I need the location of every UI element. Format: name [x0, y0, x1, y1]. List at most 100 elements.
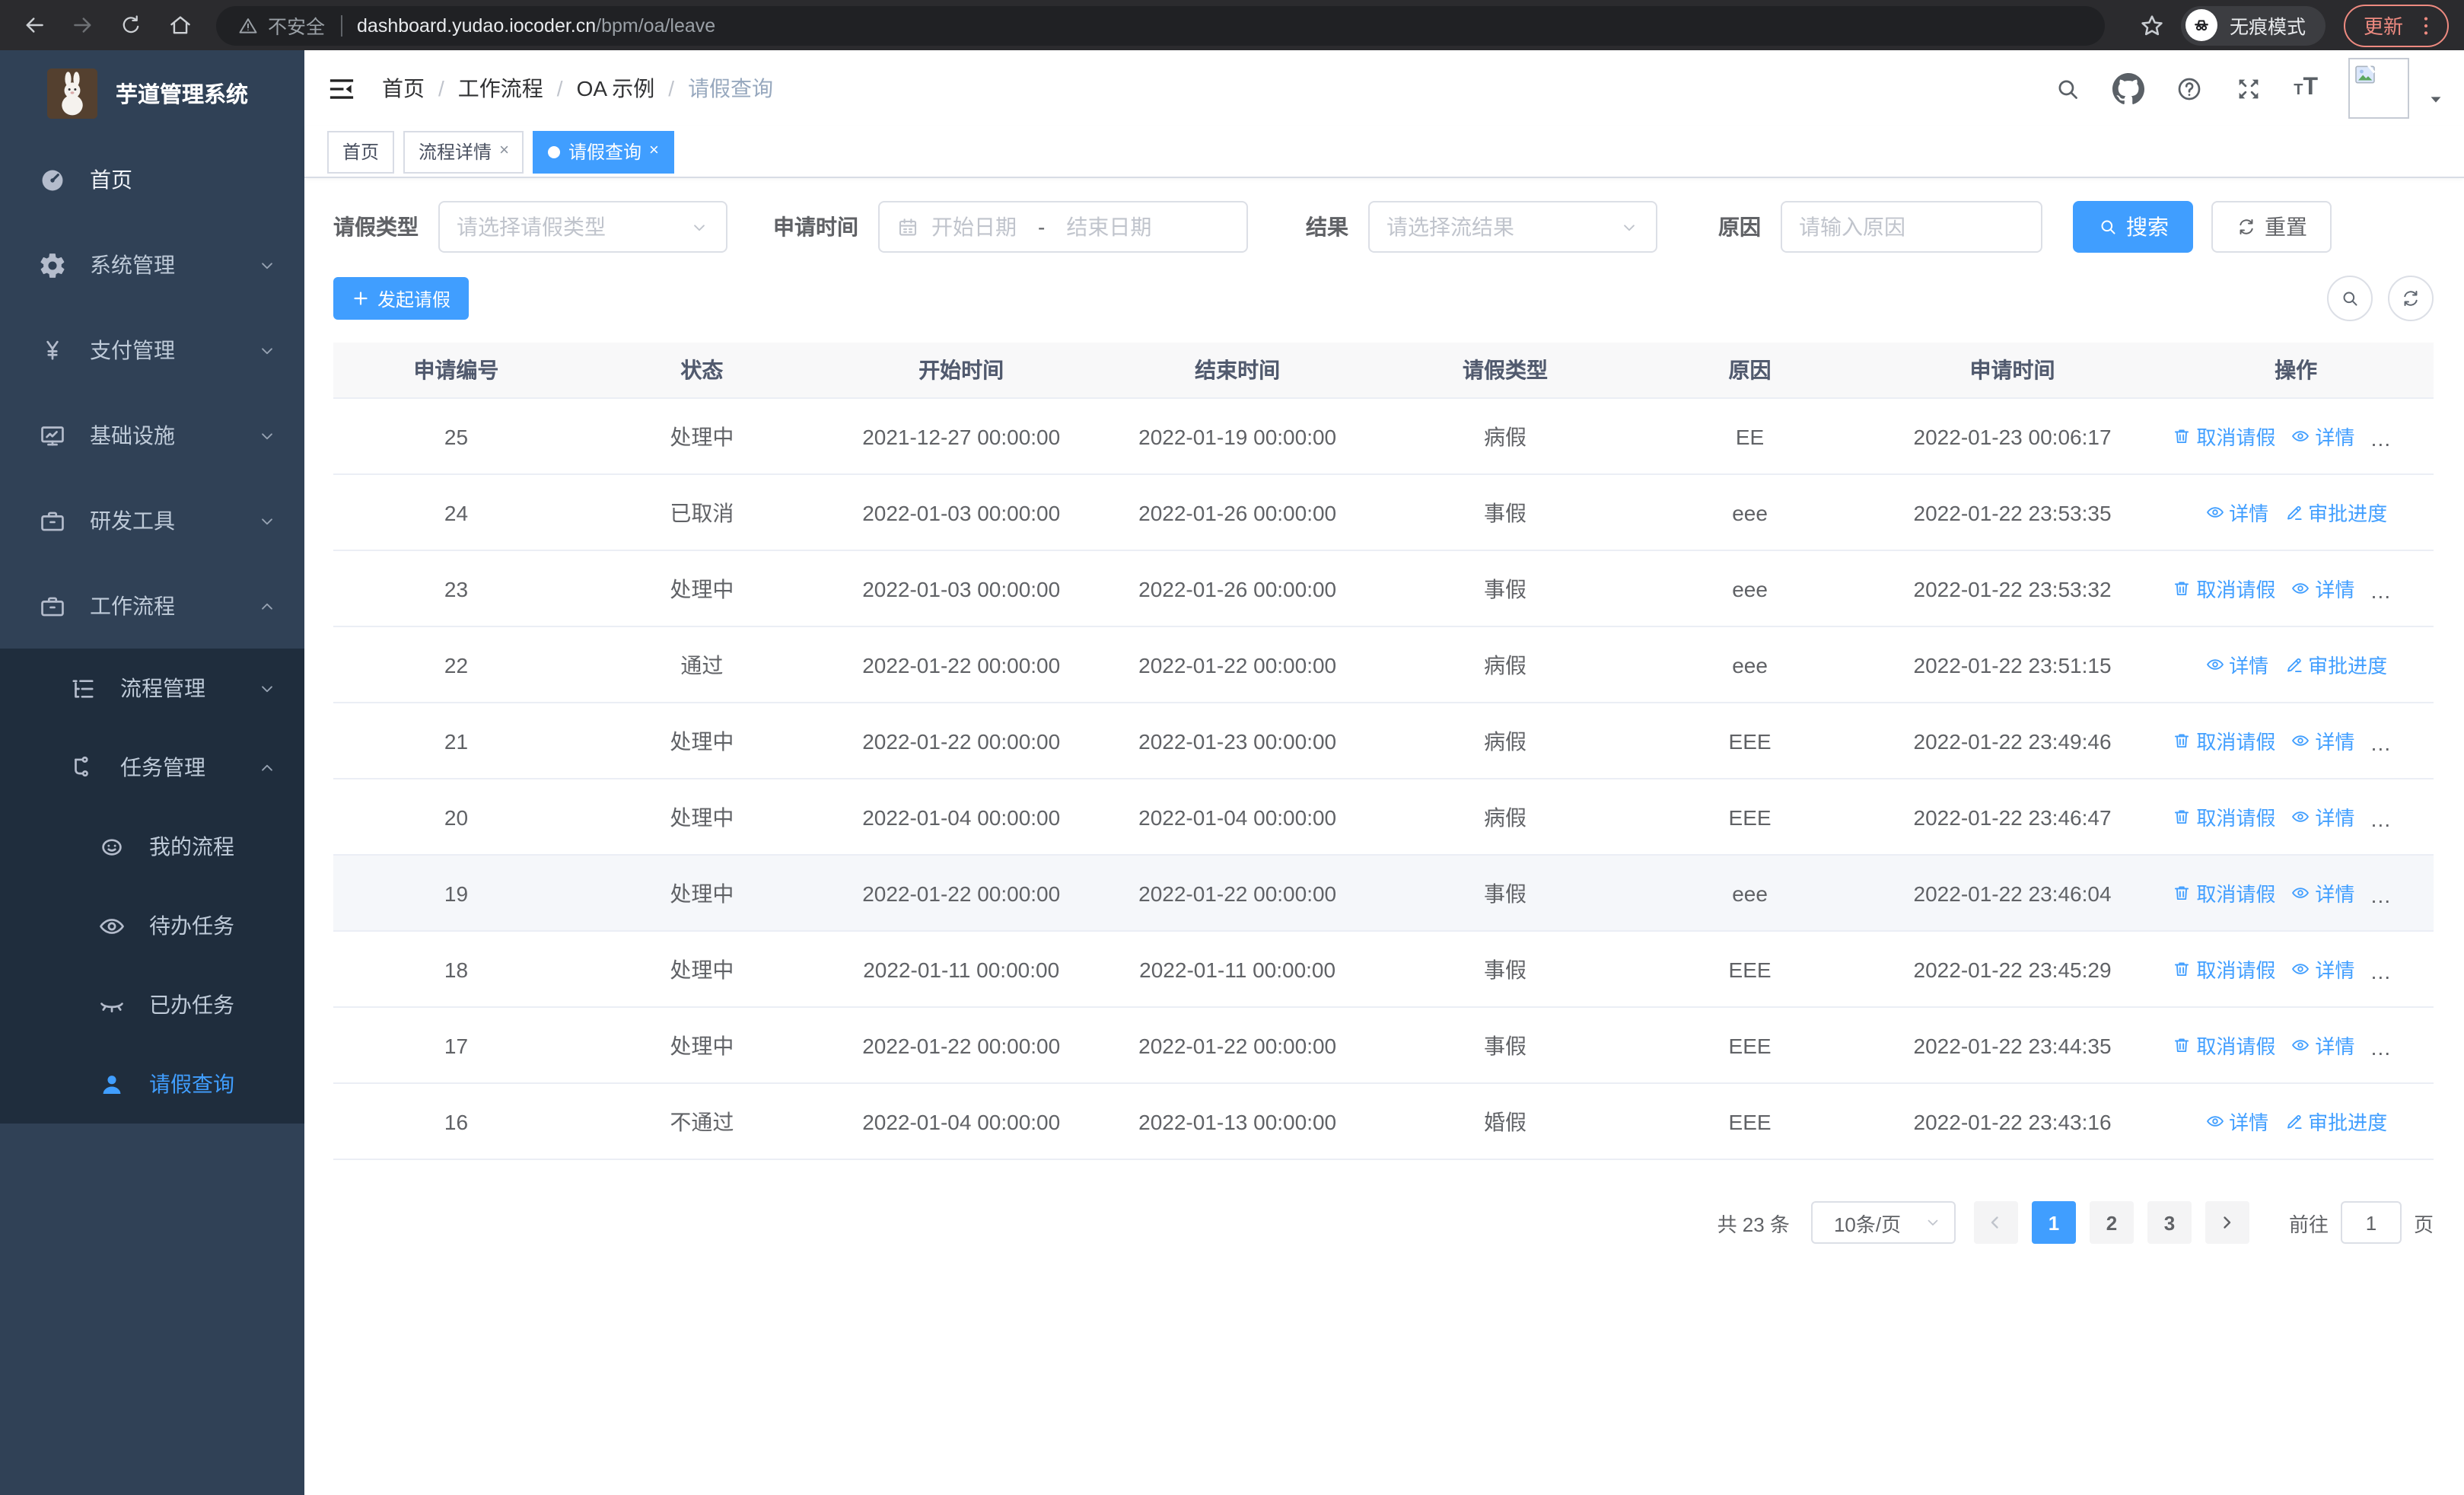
- help-icon[interactable]: [2175, 74, 2204, 103]
- breadcrumb-item[interactable]: OA 示例: [577, 73, 655, 104]
- eye-closed-icon: [97, 990, 126, 1019]
- sidebar-item-task-management[interactable]: 任务管理: [0, 728, 304, 807]
- tab-leave-query[interactable]: 请假查询 ×: [533, 130, 674, 173]
- cell-id: 22: [333, 626, 579, 703]
- font-size-icon[interactable]: TT: [2294, 75, 2318, 100]
- address-bar[interactable]: 不安全 dashboard.yudao.iocoder.cn/bpm/oa/le…: [216, 5, 2105, 45]
- sidebar-item-done-tasks[interactable]: 已办任务: [0, 965, 304, 1044]
- sidebar-item-todo-tasks[interactable]: 待办任务: [0, 886, 304, 965]
- action-detail-link[interactable]: 详情: [2291, 1031, 2354, 1060]
- select-placeholder: 请选择流结果: [1386, 215, 1514, 239]
- browser-forward-button[interactable]: [62, 5, 102, 45]
- close-icon[interactable]: ×: [649, 142, 659, 160]
- action-detail-link[interactable]: 详情: [2205, 498, 2268, 527]
- tags-view-bar: 首页 流程详情 × 请假查询 ×: [304, 126, 2464, 178]
- browser-menu-icon[interactable]: [2414, 13, 2438, 37]
- action-cancel-link[interactable]: 取消请假: [2172, 955, 2275, 983]
- tab-process-detail[interactable]: 流程详情 ×: [403, 130, 524, 173]
- cell-status: 处理中: [578, 550, 825, 627]
- sidebar-item-payment[interactable]: 支付管理: [0, 308, 304, 393]
- browser-back-button[interactable]: [14, 5, 53, 45]
- browser-update-button[interactable]: 更新: [2343, 4, 2449, 46]
- result-select[interactable]: 请选择流结果: [1368, 201, 1657, 253]
- sidebar-item-label: 支付管理: [90, 338, 175, 362]
- action-detail-link[interactable]: 详情: [2205, 1107, 2268, 1136]
- github-icon[interactable]: [2112, 72, 2145, 104]
- apply-time-range-picker[interactable]: 开始日期 - 结束日期: [878, 201, 1248, 253]
- action-cancel-link[interactable]: 取消请假: [2172, 422, 2275, 451]
- action-detail-link[interactable]: 详情: [2291, 802, 2354, 831]
- breadcrumb-item[interactable]: 工作流程: [458, 73, 543, 104]
- eye-icon: [2291, 426, 2310, 446]
- action-detail-link[interactable]: 详情: [2291, 955, 2354, 983]
- page-button-2[interactable]: 2: [2089, 1201, 2134, 1244]
- reason-input[interactable]: 请输入原因: [1781, 201, 2042, 253]
- breadcrumb-item[interactable]: 首页: [382, 73, 425, 104]
- sidebar-collapse-icon[interactable]: [327, 74, 356, 103]
- sidebar-item-my-process[interactable]: 我的流程: [0, 807, 304, 886]
- avatar[interactable]: [2348, 58, 2409, 119]
- fullscreen-icon[interactable]: [2234, 74, 2263, 103]
- leave-table: 申请编号 状态 开始时间 结束时间 请假类型 原因 申请时间 操作 25 处理中 2…: [333, 343, 2434, 1160]
- page-button-3[interactable]: 3: [2147, 1201, 2192, 1244]
- browser-home-button[interactable]: [160, 5, 199, 45]
- incognito-badge: 无痕模式: [2180, 5, 2326, 45]
- reset-button[interactable]: 重置: [2211, 201, 2332, 253]
- leave-type-select[interactable]: 请选择请假类型: [438, 201, 727, 253]
- table-refresh-button[interactable]: [2388, 276, 2434, 321]
- cell-id: 23: [333, 550, 579, 627]
- tab-home[interactable]: 首页: [327, 130, 395, 173]
- action-cancel-link[interactable]: 取消请假: [2172, 878, 2275, 907]
- prev-page-button[interactable]: [1973, 1201, 2018, 1244]
- action-progress-link[interactable]: 审批进度: [2284, 1107, 2387, 1136]
- search-icon[interactable]: [2053, 74, 2082, 103]
- browser-reload-button[interactable]: [111, 5, 151, 45]
- pen-icon: [2284, 1111, 2303, 1131]
- action-detail-link[interactable]: 详情: [2291, 878, 2354, 907]
- goto-label: 前往: [2288, 1213, 2329, 1235]
- page-size-select[interactable]: 10条/页: [1810, 1201, 1956, 1244]
- table-search-toggle-button[interactable]: [2327, 276, 2373, 321]
- cell-id: 21: [333, 703, 579, 779]
- update-label: 更新: [2363, 15, 2403, 38]
- trash-icon: [2172, 883, 2192, 903]
- sidebar-item-home[interactable]: 首页: [0, 137, 304, 222]
- chevron-right-icon: [2218, 1213, 2236, 1232]
- action-cancel-link[interactable]: 取消请假: [2172, 726, 2275, 755]
- page-button-1[interactable]: 1: [2031, 1201, 2076, 1244]
- cell-apply-time: 2022-01-22 23:46:47: [1866, 779, 2159, 856]
- cell-status: 处理中: [578, 855, 825, 932]
- create-leave-button[interactable]: 发起请假: [333, 277, 470, 320]
- sidebar-item-workflow[interactable]: 工作流程: [0, 563, 304, 649]
- sidebar-item-process-management[interactable]: 流程管理: [0, 649, 304, 728]
- action-cancel-link[interactable]: 取消请假: [2172, 802, 2275, 831]
- bookmark-star-icon[interactable]: [2138, 11, 2166, 39]
- monitor-icon: [38, 421, 67, 450]
- pagination-total: 共 23 条: [1717, 1213, 1790, 1235]
- cell-id: 25: [333, 398, 579, 475]
- cell-actions: 取消请假详情审批进度: [2158, 931, 2434, 1008]
- cell-actions: 详情 审批进度: [2158, 474, 2434, 551]
- close-icon[interactable]: ×: [499, 142, 509, 160]
- action-detail-link[interactable]: 详情: [2291, 574, 2354, 603]
- action-progress-link[interactable]: 审批进度: [2284, 498, 2387, 527]
- sidebar-item-leave-query[interactable]: 请假查询: [0, 1044, 304, 1124]
- action-cancel-link[interactable]: 取消请假: [2172, 574, 2275, 603]
- sidebar-item-infrastructure[interactable]: 基础设施: [0, 393, 304, 478]
- goto-page-input[interactable]: [2340, 1201, 2402, 1244]
- caret-down-icon[interactable]: [2427, 91, 2444, 107]
- next-page-button[interactable]: [2205, 1201, 2249, 1244]
- search-button[interactable]: 搜索: [2073, 201, 2193, 253]
- search-button-label: 搜索: [2126, 215, 2169, 239]
- sidebar-item-devtools[interactable]: 研发工具: [0, 478, 304, 563]
- eye-icon: [2291, 807, 2310, 827]
- eye-icon: [2291, 1035, 2310, 1055]
- sidebar-item-system[interactable]: 系统管理: [0, 222, 304, 308]
- action-detail-link[interactable]: 详情: [2205, 650, 2268, 679]
- action-cancel-link[interactable]: 取消请假: [2172, 1031, 2275, 1060]
- action-progress-link[interactable]: 审批进度: [2284, 650, 2387, 679]
- action-detail-link[interactable]: 详情: [2291, 422, 2354, 451]
- trash-icon: [2172, 579, 2192, 598]
- cell-leave-type: 事假: [1377, 855, 1634, 932]
- action-detail-link[interactable]: 详情: [2291, 726, 2354, 755]
